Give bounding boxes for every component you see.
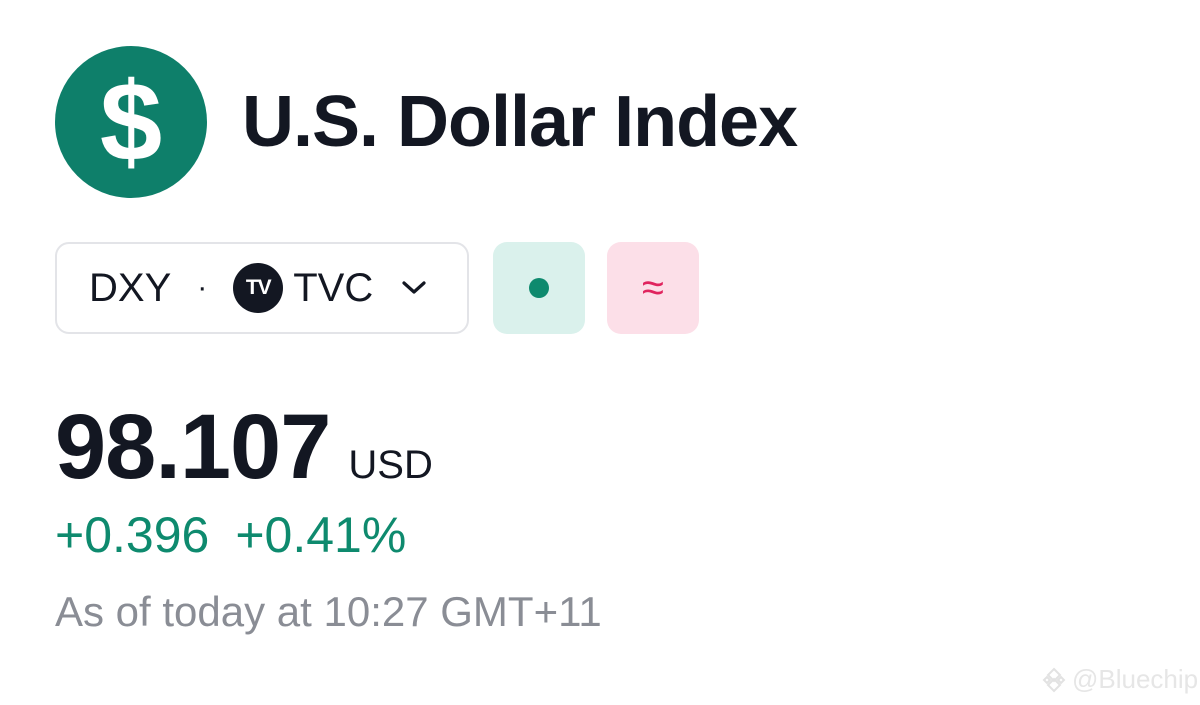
- dollar-logo-icon: $: [55, 46, 207, 198]
- page-title: U.S. Dollar Index: [242, 82, 798, 162]
- symbol-exchange-dropdown[interactable]: DXY · TV TVC: [55, 242, 469, 334]
- symbol-chips: DXY · TV TVC ≈: [55, 242, 699, 334]
- symbol-header: $ U.S. Dollar Index: [55, 46, 798, 198]
- watermark-text: @Bluechip: [1072, 664, 1199, 694]
- symbol-overview: $ U.S. Dollar Index DXY · TV TVC ≈ 98.10…: [0, 0, 1200, 705]
- watermark: @Bluechip: [1040, 664, 1198, 695]
- currency-label: USD: [348, 443, 433, 487]
- exchange-label: TVC: [293, 265, 374, 310]
- approx-equal-icon: ≈: [642, 266, 664, 310]
- last-price: 98.107: [55, 396, 331, 498]
- chevron-down-icon: [401, 280, 427, 296]
- delayed-data-status-button[interactable]: ≈: [607, 242, 699, 334]
- tradingview-logo-icon: TV: [233, 263, 284, 313]
- exchange-badge-text: TV: [245, 276, 272, 299]
- binance-logo-icon: [1042, 667, 1066, 692]
- market-open-dot-icon: [529, 278, 549, 298]
- logo-symbol: $: [99, 59, 163, 184]
- price-row: 98.107 USD: [55, 395, 433, 500]
- change-row: +0.396 +0.41%: [55, 506, 406, 564]
- price-change-percent: +0.41%: [235, 507, 407, 563]
- market-open-status-button[interactable]: [493, 242, 585, 334]
- separator-dot: ·: [197, 271, 208, 304]
- ticker-label: DXY: [89, 265, 172, 310]
- as-of-timestamp: As of today at 10:27 GMT+11: [55, 588, 602, 635]
- price-change: +0.396: [55, 507, 210, 563]
